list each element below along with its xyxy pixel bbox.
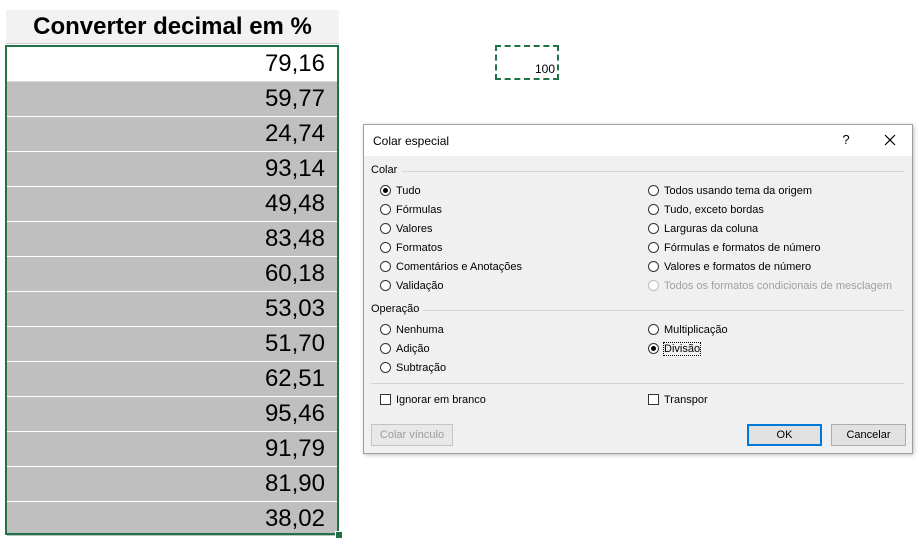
option-label: Todos os formatos condicionais de mescla… (664, 280, 893, 292)
option-label: Validação (396, 280, 444, 292)
help-button[interactable]: ? (836, 129, 856, 151)
option-label: Tudo, exceto bordas (664, 204, 764, 216)
option-label: Tudo (396, 185, 421, 197)
dialog-title: Colar especial (373, 134, 450, 148)
option-label: Fórmulas (396, 204, 442, 216)
option-label: Transpor (664, 394, 708, 406)
option-label: Divisão (662, 342, 702, 356)
fill-handle[interactable] (335, 531, 343, 539)
paste-group-label: Colar (371, 164, 398, 176)
option-label: Subtração (396, 362, 447, 374)
radio-formatos[interactable]: Formatos (380, 241, 442, 255)
operation-group-label: Operação (371, 303, 420, 315)
close-button[interactable] (879, 129, 901, 151)
radio-subtracao[interactable]: Subtração (380, 361, 446, 375)
radio-dot (648, 223, 659, 234)
option-label: Larguras da coluna (664, 223, 759, 235)
option-label: Formatos (396, 242, 443, 254)
paste-link-button[interactable]: Colar vínculo (371, 424, 453, 446)
option-label: Comentários e Anotações (396, 261, 522, 273)
radio-validacao[interactable]: Validação (380, 279, 444, 293)
radio-tema-origem[interactable]: Todos usando tema da origem (648, 184, 812, 198)
radio-dot (648, 242, 659, 253)
radio-dot (648, 261, 659, 272)
selection-border (5, 45, 339, 535)
option-label: Todos usando tema da origem (664, 185, 812, 197)
radio-valores-formatos[interactable]: Valores e formatos de número (648, 260, 811, 274)
radio-comentarios[interactable]: Comentários e Anotações (380, 260, 522, 274)
radio-adicao[interactable]: Adição (380, 342, 430, 356)
radio-dot (648, 185, 659, 196)
radio-tudo[interactable]: Tudo (380, 184, 421, 198)
paste-special-dialog: Colar especial ? Colar Tudo Fórmulas Val… (363, 124, 913, 454)
radio-dot (648, 280, 659, 291)
dialog-titlebar: Colar especial ? (364, 125, 912, 156)
separator (423, 310, 904, 311)
option-label: Fórmulas e formatos de número (664, 242, 821, 254)
ok-button[interactable]: OK (747, 424, 822, 446)
transpose-checkbox[interactable]: Transpor (648, 393, 708, 407)
option-label: Ignorar em branco (396, 394, 486, 406)
skip-blanks-checkbox[interactable]: Ignorar em branco (380, 393, 486, 407)
radio-valores[interactable]: Valores (380, 222, 432, 236)
radio-dot (648, 204, 659, 215)
radio-dot (380, 280, 391, 291)
radio-dot (380, 261, 391, 272)
radio-dot (380, 343, 391, 354)
radio-dot (380, 362, 391, 373)
separator (371, 383, 904, 384)
column-header[interactable]: Converter decimal em % (6, 10, 339, 44)
radio-formulas[interactable]: Fórmulas (380, 203, 442, 217)
radio-multiplicacao[interactable]: Multiplicação (648, 323, 728, 337)
radio-dot (380, 324, 391, 335)
radio-dot (380, 185, 391, 196)
copied-cell[interactable]: 100 (495, 45, 559, 80)
option-label: Valores (396, 223, 433, 235)
radio-larguras-coluna[interactable]: Larguras da coluna (648, 222, 758, 236)
cancel-button[interactable]: Cancelar (831, 424, 906, 446)
radio-nenhuma[interactable]: Nenhuma (380, 323, 444, 337)
radio-formatos-condicionais[interactable]: Todos os formatos condicionais de mescla… (648, 279, 892, 293)
radio-dot (380, 223, 391, 234)
separator (402, 171, 904, 172)
close-icon (884, 134, 896, 146)
radio-dot (380, 204, 391, 215)
checkbox-box (648, 394, 659, 405)
option-label: Multiplicação (664, 324, 728, 336)
radio-dot (648, 324, 659, 335)
radio-dot (380, 242, 391, 253)
checkbox-box (380, 394, 391, 405)
option-label: Valores e formatos de número (664, 261, 812, 273)
option-label: Adição (396, 343, 430, 355)
radio-divisao[interactable]: Divisão (648, 342, 702, 356)
radio-exceto-bordas[interactable]: Tudo, exceto bordas (648, 203, 764, 217)
radio-dot (648, 343, 659, 354)
option-label: Nenhuma (396, 324, 444, 336)
radio-formulas-formatos[interactable]: Fórmulas e formatos de número (648, 241, 821, 255)
